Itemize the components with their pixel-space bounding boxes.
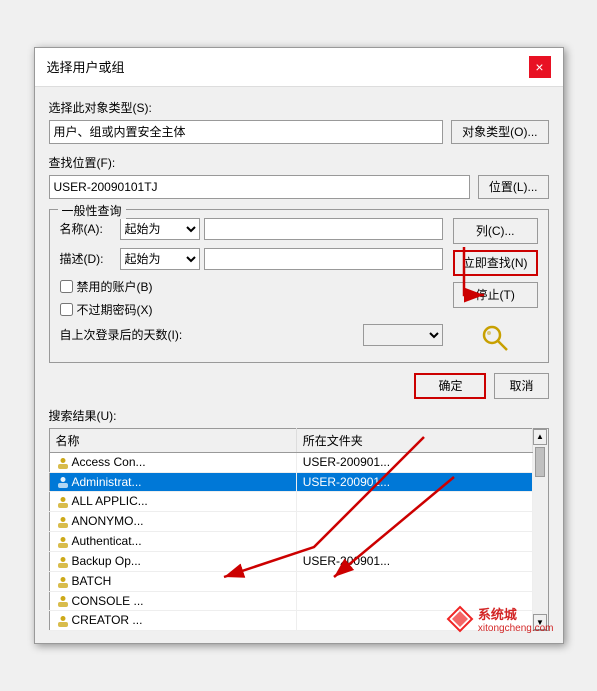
scroll-thumb[interactable]	[535, 447, 545, 477]
confirm-button[interactable]: 确定	[414, 373, 486, 399]
name-value-input[interactable]	[204, 218, 443, 240]
scroll-up-button[interactable]: ▲	[533, 429, 547, 445]
table-row[interactable]: Authenticat...	[49, 532, 532, 552]
col-folder-header[interactable]: 所在文件夹	[296, 428, 532, 452]
desc-field-label: 描述(D):	[60, 250, 120, 267]
disabled-account-checkbox[interactable]	[60, 280, 73, 293]
scrollbar[interactable]: ▲ ▼	[533, 428, 549, 631]
row-name: Backup Op...	[49, 551, 296, 571]
row-folder	[296, 492, 532, 512]
col-button[interactable]: 列(C)...	[453, 218, 538, 244]
user-icon	[56, 594, 72, 608]
close-button[interactable]: ×	[529, 56, 551, 78]
user-icon	[56, 475, 72, 489]
user-icon	[56, 455, 72, 469]
results-label: 搜索结果(U):	[49, 407, 549, 424]
user-icon	[56, 534, 72, 548]
name-field-label: 名称(A):	[60, 220, 120, 237]
search-now-button[interactable]: 立即查找(N)	[453, 250, 538, 276]
dialog-title: 选择用户或组	[47, 57, 125, 76]
results-table: 名称 所在文件夹 Access Con...USER-200901... Adm…	[49, 428, 533, 631]
table-row[interactable]: ANONYMO...	[49, 512, 532, 532]
row-name: CONSOLE ...	[49, 591, 296, 611]
row-name: ANONYMO...	[49, 512, 296, 532]
name-condition-select[interactable]: 起始为	[120, 218, 200, 240]
diamond-icon	[446, 605, 474, 633]
row-name: Access Con...	[49, 452, 296, 472]
row-name: ALL APPLIC...	[49, 492, 296, 512]
user-icon	[56, 574, 72, 588]
stop-button[interactable]: 停止(T)	[453, 282, 538, 308]
object-type-label: 选择此对象类型(S):	[49, 99, 549, 116]
row-name: CREATOR ...	[49, 611, 296, 631]
user-icon	[56, 554, 72, 568]
days-select[interactable]	[363, 324, 443, 346]
disabled-account-label: 禁用的账户(B)	[77, 278, 153, 295]
title-bar: 选择用户或组 ×	[35, 48, 563, 87]
col-name-header[interactable]: 名称	[49, 428, 296, 452]
desc-value-input[interactable]	[204, 248, 443, 270]
location-input	[49, 175, 470, 199]
watermark-url: xitongcheng.com	[478, 623, 554, 634]
watermark: 系统城 xitongcheng.com	[446, 604, 554, 634]
row-folder	[296, 532, 532, 552]
results-wrapper: 名称 所在文件夹 Access Con...USER-200901... Adm…	[49, 428, 549, 631]
search-icon	[479, 322, 511, 354]
table-row[interactable]: Backup Op...USER-200901...	[49, 551, 532, 571]
table-row[interactable]: BATCH	[49, 571, 532, 591]
row-folder: USER-200901...	[296, 452, 532, 472]
user-icon	[56, 514, 72, 528]
row-folder: USER-200901...	[296, 551, 532, 571]
group-box-title: 一般性查询	[58, 202, 126, 219]
days-label: 自上次登录后的天数(I):	[60, 326, 363, 343]
noexpire-checkbox[interactable]	[60, 303, 73, 316]
location-button[interactable]: 位置(L)...	[478, 175, 549, 199]
table-row[interactable]: Access Con...USER-200901...	[49, 452, 532, 472]
row-folder	[296, 512, 532, 532]
row-name: BATCH	[49, 571, 296, 591]
cancel-button[interactable]: 取消	[494, 373, 548, 399]
table-row[interactable]: ALL APPLIC...	[49, 492, 532, 512]
watermark-brand: 系统城	[478, 604, 554, 623]
user-icon	[56, 494, 72, 508]
row-folder	[296, 571, 532, 591]
row-name: Authenticat...	[49, 532, 296, 552]
user-icon	[56, 613, 72, 627]
object-type-input	[49, 120, 444, 144]
object-type-button[interactable]: 对象类型(O)...	[451, 120, 548, 144]
row-folder: USER-200901...	[296, 472, 532, 492]
noexpire-label: 不过期密码(X)	[77, 301, 153, 318]
right-buttons-panel: 列(C)... 立即查找(N) 停止(T)	[453, 218, 538, 354]
row-name: Administrat...	[49, 472, 296, 492]
desc-condition-select[interactable]: 起始为	[120, 248, 200, 270]
confirm-cancel-row: 确定 取消	[49, 373, 549, 399]
table-row[interactable]: Administrat...USER-200901...	[49, 472, 532, 492]
location-label: 查找位置(F):	[49, 154, 549, 171]
